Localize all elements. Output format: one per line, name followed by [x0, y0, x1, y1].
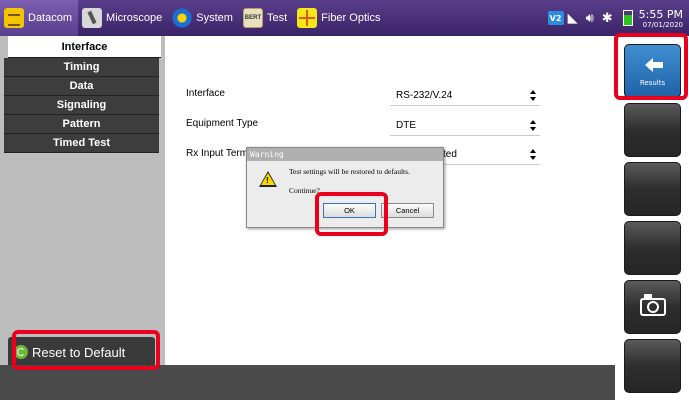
- nav-interface[interactable]: Interface: [8, 36, 161, 58]
- nav-data[interactable]: Data: [4, 77, 159, 96]
- interface-select[interactable]: RS-232/V.24: [390, 86, 540, 106]
- results-label: Results: [639, 79, 666, 87]
- nav-timing[interactable]: Timing: [4, 58, 159, 77]
- equipment-type-label: Equipment Type: [186, 118, 259, 129]
- select-arrows-icon: [530, 120, 536, 132]
- select-arrows-icon: [530, 90, 536, 102]
- softkey-4[interactable]: [624, 221, 681, 275]
- system-gear-icon: [172, 8, 193, 28]
- tab-datacom-label: Datacom: [28, 12, 73, 24]
- equipment-type-value: DTE: [396, 120, 416, 131]
- softkey-6[interactable]: [624, 339, 681, 393]
- right-softkey-bar: Results: [615, 36, 689, 400]
- tab-system[interactable]: System: [168, 0, 239, 36]
- speaker-icon[interactable]: 🔊︎: [586, 11, 594, 26]
- microscope-icon: [82, 8, 103, 28]
- interface-label: Interface: [186, 88, 225, 99]
- tab-microscope[interactable]: Microscope: [78, 0, 168, 36]
- tab-system-label: System: [196, 12, 233, 24]
- select-arrows-icon: [530, 149, 536, 161]
- tab-fiber-optics[interactable]: Fiber Optics: [293, 0, 386, 36]
- equipment-type-select[interactable]: DTE: [390, 116, 540, 136]
- reset-icon: [14, 345, 28, 359]
- cancel-button[interactable]: Cancel: [381, 203, 434, 218]
- datacom-icon: [4, 8, 24, 28]
- fiber-optics-icon: [297, 8, 318, 28]
- clock: 5:55 PM 07/01/2020: [639, 8, 683, 29]
- clock-time: 5:55 PM: [638, 7, 683, 21]
- softkey-3[interactable]: [624, 162, 681, 216]
- tab-test[interactable]: BERT Test: [239, 0, 293, 36]
- dialog-message: Test settings will be restored to defaul…: [289, 167, 410, 176]
- nav-pattern[interactable]: Pattern: [4, 115, 159, 134]
- top-menu-bar: Datacom Microscope System BERT Test Fibe…: [0, 0, 689, 36]
- back-arrow-icon: [645, 58, 663, 72]
- rx-input-term-label: Rx Input Term: [186, 148, 249, 159]
- nav-signaling[interactable]: Signaling: [4, 96, 159, 115]
- nav-timed-test[interactable]: Timed Test: [4, 134, 159, 153]
- left-nav: Interface Timing Data Signaling Pattern …: [0, 36, 165, 367]
- camera-lens-icon: [647, 301, 659, 313]
- softkey-2[interactable]: [624, 103, 681, 157]
- network-icon: ◣: [567, 10, 578, 26]
- tab-microscope-label: Microscope: [106, 12, 163, 24]
- tab-fiber-optics-label: Fiber Optics: [321, 12, 381, 24]
- v-badge-icon: V2: [547, 11, 564, 25]
- clock-date: 07/01/2020: [642, 20, 683, 29]
- test-icon: BERT: [242, 8, 263, 28]
- status-area: V2 ◣ 🔊︎ ✱ 5:55 PM 07/01/2020: [547, 0, 689, 36]
- interface-value: RS-232/V.24: [396, 90, 453, 101]
- results-button[interactable]: Results: [624, 44, 681, 98]
- reset-to-default-button[interactable]: Reset to Default: [8, 337, 155, 367]
- bluetooth-icon: ✱: [601, 10, 613, 26]
- warning-exclamation-icon: !: [266, 176, 269, 185]
- warning-dialog: Warning ! Test settings will be restored…: [246, 147, 444, 228]
- reset-to-default-label: Reset to Default: [32, 344, 126, 360]
- tab-datacom[interactable]: Datacom: [0, 0, 79, 36]
- dialog-question: Continue?: [289, 186, 320, 195]
- battery-icon: [622, 10, 633, 26]
- dialog-title: Warning: [247, 148, 443, 161]
- ok-button[interactable]: OK: [323, 203, 376, 218]
- bottom-bar: [0, 365, 615, 400]
- tab-test-label: Test: [266, 12, 288, 24]
- camera-button[interactable]: [624, 280, 681, 334]
